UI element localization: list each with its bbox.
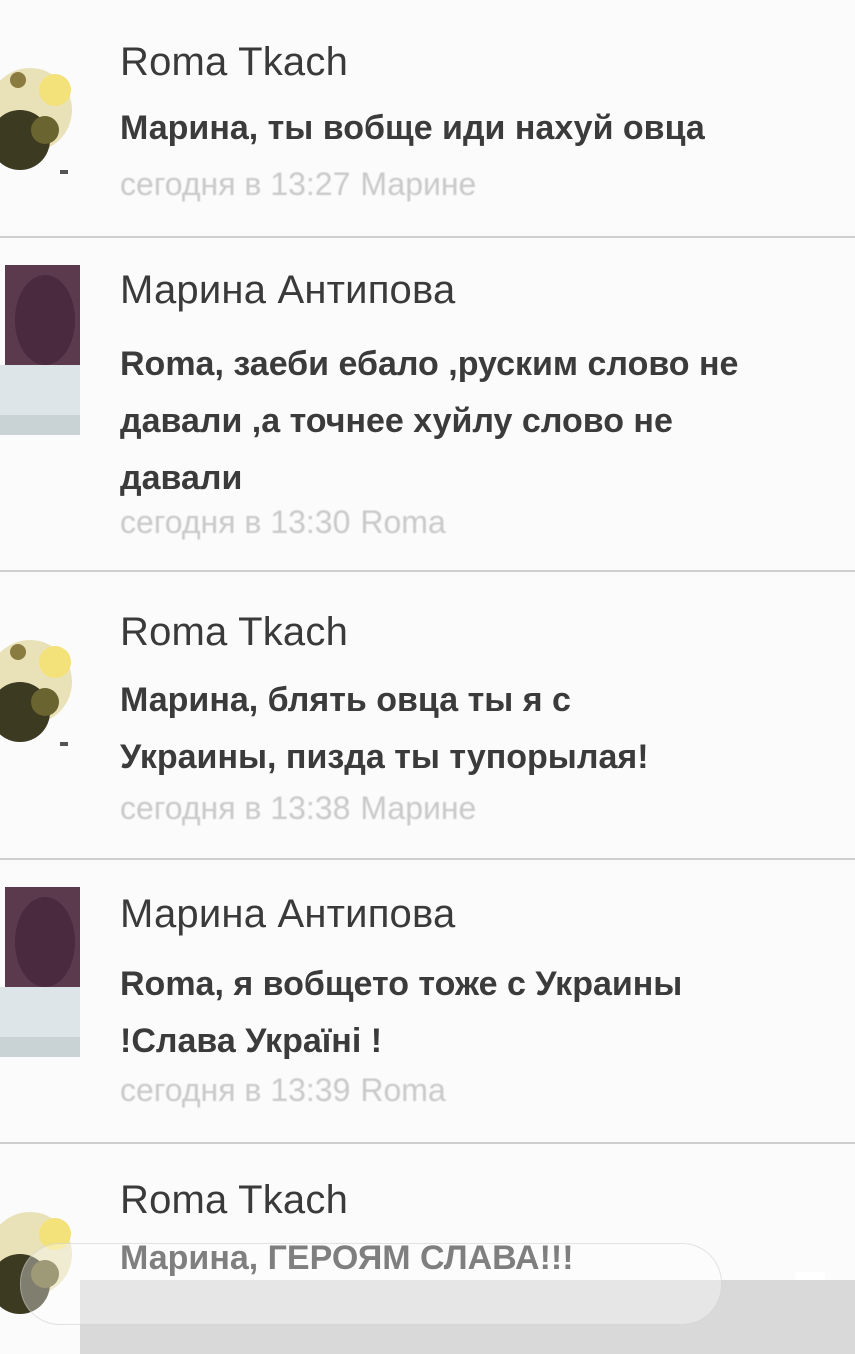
comment-reply-to[interactable]: Roma bbox=[360, 1072, 445, 1108]
comment-time[interactable]: сегодня в 13:39 bbox=[120, 1072, 350, 1108]
comment-author[interactable]: Roma Tkach bbox=[120, 1178, 348, 1223]
avatar-marina-icon[interactable] bbox=[0, 882, 80, 1062]
corner-indicator bbox=[795, 1272, 825, 1280]
comment-text: Марина, блять овца ты я с Украины, пизда… bbox=[120, 681, 649, 776]
comment-author[interactable]: Roma Tkach bbox=[120, 40, 348, 85]
comment-time[interactable]: сегодня в 13:30 bbox=[120, 504, 350, 540]
comment-meta: сегодня в 13:27 Марине bbox=[120, 166, 486, 203]
comment-author[interactable]: Марина Антипова bbox=[120, 268, 455, 313]
comment-reply-to[interactable]: Roma bbox=[360, 504, 445, 540]
avatar-roma-icon[interactable] bbox=[0, 602, 80, 782]
comment-meta: сегодня в 13:30 Roma bbox=[120, 504, 456, 541]
comment-reply-to[interactable]: Марине bbox=[360, 790, 476, 826]
comment-item: Марина Антипова Roma, заеби ебало ,руски… bbox=[0, 236, 855, 570]
comment-author[interactable]: Марина Антипова bbox=[120, 892, 455, 937]
comment-text: Марина, ты вобще иди нахуй овца bbox=[120, 109, 705, 147]
comment-author[interactable]: Roma Tkach bbox=[120, 610, 348, 655]
comment-item: Roma Tkach Марина, ты вобще иди нахуй ов… bbox=[0, 0, 855, 236]
comment-time[interactable]: сегодня в 13:38 bbox=[120, 790, 350, 826]
comment-meta: сегодня в 13:39 Roma bbox=[120, 1072, 456, 1109]
comment-item: Марина Антипова Roma, я вобщето тоже с У… bbox=[0, 858, 855, 1142]
comment-text: Roma, заеби ебало ,руским слово не давал… bbox=[120, 345, 739, 497]
comment-time[interactable]: сегодня в 13:27 bbox=[120, 166, 350, 202]
comment-feed: Roma Tkach Марина, ты вобще иди нахуй ов… bbox=[0, 0, 855, 1354]
comment-reply-to[interactable]: Марине bbox=[360, 166, 476, 202]
comment-text: Roma, я вобщето тоже с Украины !Слава Ук… bbox=[120, 965, 683, 1060]
comment-meta: сегодня в 13:38 Марине bbox=[120, 790, 486, 827]
avatar-marina-icon[interactable] bbox=[0, 260, 80, 440]
bottom-input-overlay bbox=[20, 1243, 722, 1325]
avatar-roma-icon[interactable] bbox=[0, 30, 80, 210]
comment-item: Roma Tkach Марина, блять овца ты я с Укр… bbox=[0, 570, 855, 858]
